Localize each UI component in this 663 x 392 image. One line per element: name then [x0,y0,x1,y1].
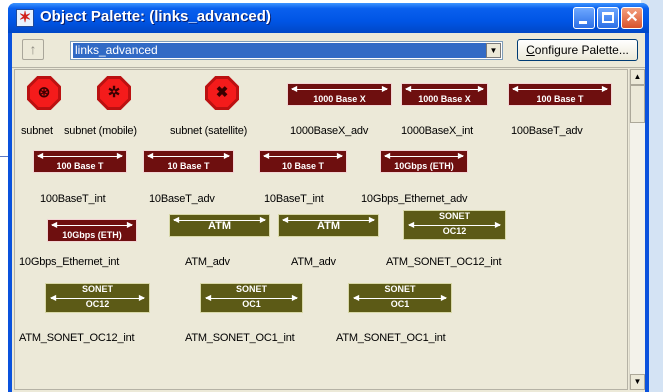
link-1000basex-int-icon[interactable]: ◀ ▶ 1000 Base X [401,83,488,106]
item-label-10baset-adv[interactable]: 10BaseT_adv [149,193,215,205]
link-10gbps-adv-icon[interactable]: ◀ ▶ 10Gbps (ETH) [380,150,468,173]
link-icon-text-top: SONET [81,284,113,294]
scroll-down-icon[interactable]: ▼ [630,374,645,390]
link-atm-sonet-oc1-int-icon[interactable]: SONET OC1 ◀ ▶ [200,283,303,313]
maximize-icon [602,12,614,23]
link-icon-text: 1000 Base X [418,94,471,104]
link-10gbps-int-icon[interactable]: ◀ ▶ 10Gbps (ETH) [47,219,137,242]
link-atm-sonet-oc12-int-2-icon[interactable]: SONET OC12 ◀ ▶ [45,283,150,313]
configure-label: onfigure Palette... [534,43,629,57]
up-arrow-icon[interactable]: ↑ [22,39,44,60]
link-atm-sonet-oc12-int-icon[interactable]: SONET OC12 ◀ ▶ [403,210,506,240]
palette-select-value: links_advanced [73,43,486,58]
link-atm-adv-icon[interactable]: ◀ ▶ ATM [169,214,270,237]
minimize-icon [579,21,587,24]
link-icon-text: 1000 Base X [313,94,366,104]
link-icon-text-top: SONET [384,284,416,294]
link-100baset-adv-icon[interactable]: ◀ ▶ 100 Base T [508,83,612,106]
scroll-thumb[interactable] [630,85,645,123]
link-100baset-int-icon[interactable]: ◀ ▶ 100 Base T [33,150,127,173]
item-label-atm-sonet-oc1-int[interactable]: ATM_SONET_OC1_int [185,332,295,344]
link-10baset-adv-icon[interactable]: ◀ ▶ 10 Base T [143,150,234,173]
link-1000basex-adv-icon[interactable]: ◀ ▶ 1000 Base X [287,83,392,106]
item-label-100baset-int[interactable]: 100BaseT_int [40,193,106,205]
configure-mnemonic: C [526,43,535,57]
item-label-subnet[interactable]: subnet [21,125,53,137]
item-label-atm-adv[interactable]: ATM_adv [185,256,230,268]
item-label-10gbps-int[interactable]: 10Gbps_Ethernet_int [19,256,119,268]
subnet-icon[interactable]: ⊛ [27,76,61,110]
link-icon-text-top: SONET [438,211,470,221]
palette-select[interactable]: links_advanced ▼ [70,41,503,60]
item-label-atm-sonet-oc1-int-2[interactable]: ATM_SONET_OC1_int [336,332,446,344]
window-title: Object Palette: (links_advanced) [40,8,271,25]
link-10baset-int-icon[interactable]: ◀ ▶ 10 Base T [259,150,347,173]
link-icon-text: 10 Base T [167,161,210,171]
chevron-down-icon[interactable]: ▼ [486,43,501,58]
link-icon-text: ATM [207,220,231,232]
palette-items-pane: ⊛ ✲ ✖ ◀ ▶ 1000 Base X ◀ ▶ 1000 Base X ◀ ▶ 1… [14,69,628,390]
item-label-1000basex-int[interactable]: 1000BaseX_int [401,125,473,137]
item-label-100baset-adv[interactable]: 100BaseT_adv [511,125,583,137]
link-atm-adv-2-icon[interactable]: ◀ ▶ ATM [278,214,379,237]
close-icon: ✕ [625,9,639,26]
item-label-atm-sonet-oc12-int-2[interactable]: ATM_SONET_OC12_int [19,332,135,344]
item-label-10baset-int[interactable]: 10BaseT_int [264,193,324,205]
item-label-10gbps-adv[interactable]: 10Gbps_Ethernet_adv [361,193,467,205]
configure-palette-button[interactable]: Configure Palette... [517,39,638,61]
maximize-button[interactable] [597,7,619,29]
subnet-mobile-icon[interactable]: ✲ [97,76,131,110]
title-bar[interactable]: ✶ Object Palette: (links_advanced) ✕ [8,3,649,33]
link-icon-text: 10Gbps (ETH) [394,161,454,171]
link-icon-text: 100 Base T [536,94,584,104]
object-palette-window: ✶ Object Palette: (links_advanced) ✕ ↑ l… [8,3,649,392]
link-icon-text: ATM [316,220,340,232]
item-label-subnet-mobile[interactable]: subnet (mobile) [64,125,137,137]
item-label-atm-sonet-oc12-int[interactable]: ATM_SONET_OC12_int [386,256,502,268]
vertical-scrollbar[interactable]: ▲ ▼ [629,69,645,390]
item-label-subnet-satellite[interactable]: subnet (satellite) [170,125,247,137]
link-icon-text: 10 Base T [281,161,325,171]
subnet-satellite-icon[interactable]: ✖ [205,76,239,110]
link-icon-text: 100 Base T [56,161,104,171]
item-label-atm-adv-2[interactable]: ATM_adv [291,256,336,268]
link-atm-sonet-oc1-int-2-icon[interactable]: SONET OC1 ◀ ▶ [348,283,452,313]
link-icon-text: 10Gbps (ETH) [62,230,122,240]
link-icon-text-top: SONET [235,284,267,294]
minimize-button[interactable] [573,7,595,29]
palette-toolbar: ↑ links_advanced ▼ Configure Palette... [12,33,645,68]
scroll-up-icon[interactable]: ▲ [630,69,645,85]
item-label-1000basex-adv[interactable]: 1000BaseX_adv [290,125,368,137]
close-button[interactable]: ✕ [621,7,643,29]
star-icon[interactable]: ✶ [16,9,34,27]
palette-client-area: ↑ links_advanced ▼ Configure Palette... … [12,33,645,392]
